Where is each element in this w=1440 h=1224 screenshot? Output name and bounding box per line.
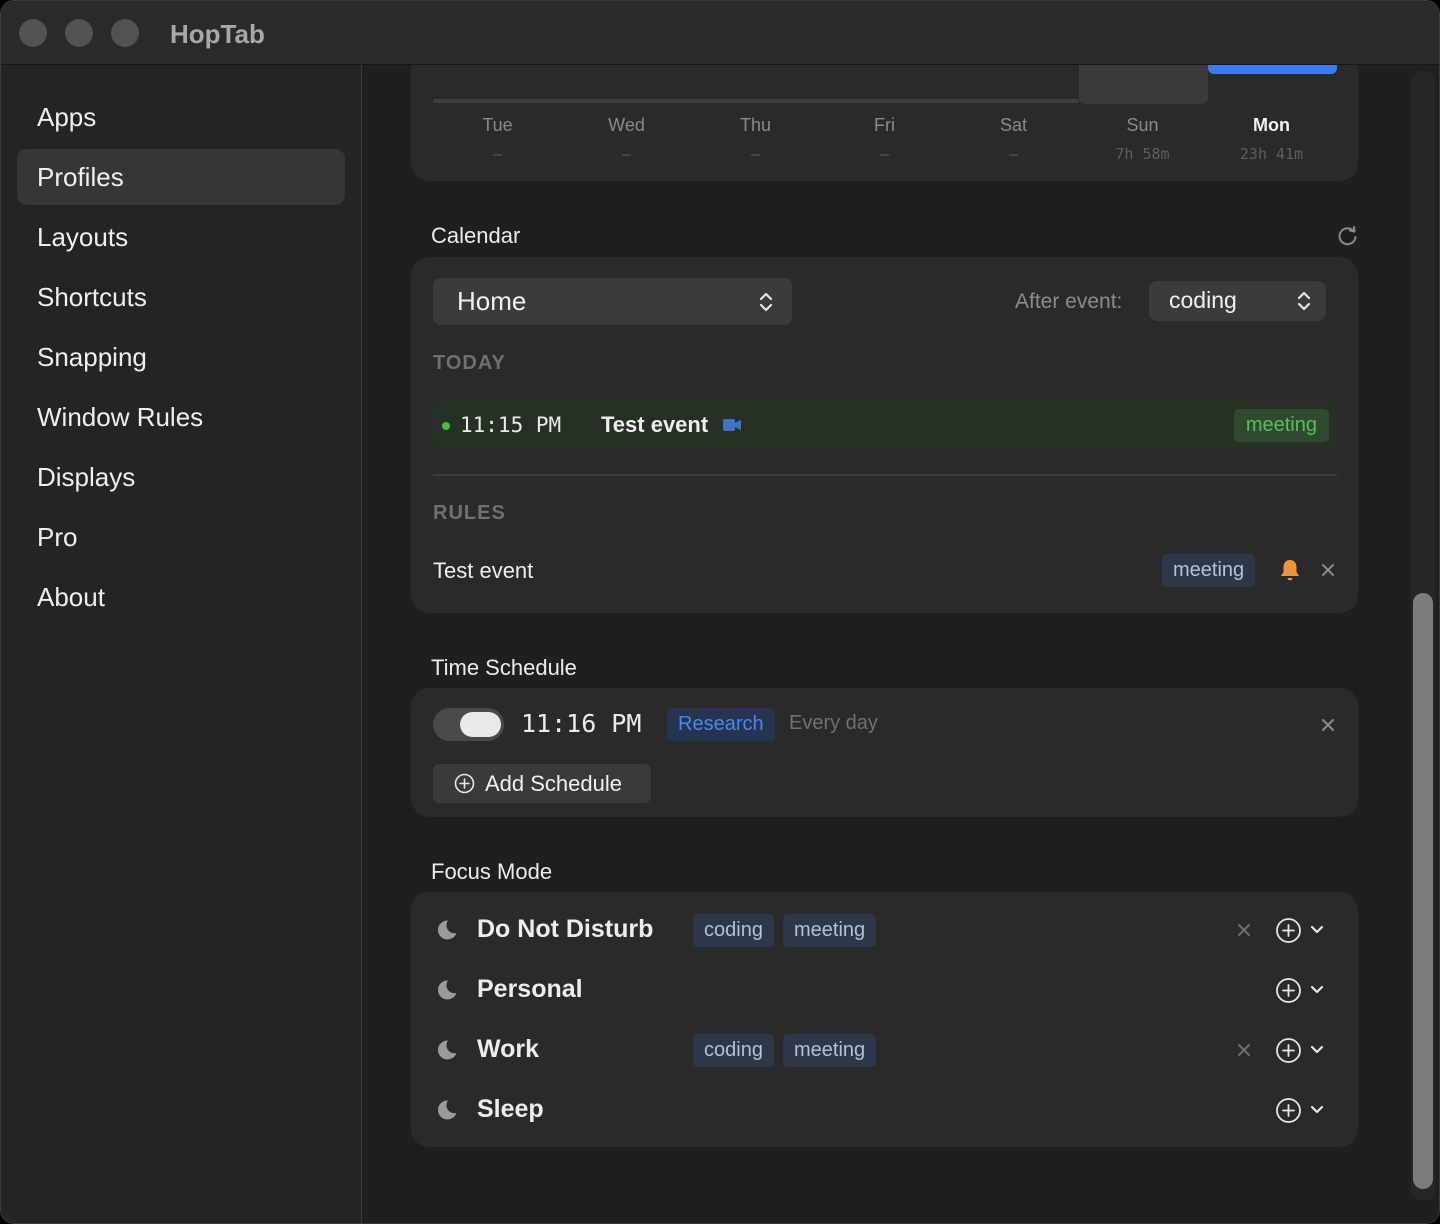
focus-mode-name: Sleep (477, 1095, 544, 1123)
video-camera-icon (723, 419, 741, 431)
focus-profile-tag[interactable]: meeting (783, 914, 877, 947)
day-duration: – (492, 145, 503, 163)
day-label: Thu (739, 115, 772, 135)
day-duration: – (621, 145, 632, 163)
day-label: Fri (874, 115, 895, 135)
schedule-repeat: Every day (789, 712, 878, 734)
section-divider (433, 474, 1337, 476)
updown-chevron-icon (759, 292, 773, 311)
sidebar-item-apps[interactable]: Apps (17, 89, 345, 145)
time-schedule-section-title: Time Schedule (431, 655, 577, 680)
focus-row-sleep: Sleep (411, 1080, 1358, 1140)
sidebar-item-snapping[interactable]: Snapping (17, 329, 345, 385)
calendar-card: Home After event: coding TODAY 11:15 PM … (411, 257, 1358, 613)
event-time: 11:15 PM (460, 413, 562, 437)
focus-mode-name: Work (477, 1035, 540, 1063)
close-icon[interactable] (1320, 562, 1336, 578)
day-label: Sat (999, 115, 1028, 135)
usage-bar-mon (1208, 65, 1337, 74)
plus-circle-icon[interactable] (1275, 977, 1302, 1004)
bell-icon[interactable] (1279, 558, 1301, 582)
event-status-dot (442, 422, 450, 430)
usage-chart-card: Tue Wed Thu Fri Sat Sun Mon – – – – – 7h… (411, 65, 1358, 181)
toggle-knob (460, 712, 501, 737)
calendar-select-value: Home (457, 286, 527, 316)
zoom-window-button[interactable] (111, 19, 139, 47)
focus-row-do-not-disturb: Do Not Disturb coding meeting (411, 900, 1358, 960)
sidebar-item-profiles[interactable]: Profiles (17, 149, 345, 205)
sidebar-item-layouts[interactable]: Layouts (17, 209, 345, 265)
day-label: Tue (482, 115, 513, 135)
calendar-section-title: Calendar (431, 223, 521, 248)
event-title: Test event (601, 412, 709, 437)
day-duration: – (750, 145, 761, 163)
close-window-button[interactable] (19, 19, 47, 47)
day-label: Sun (1126, 115, 1159, 135)
chevron-down-icon[interactable] (1310, 1104, 1324, 1116)
day-duration: – (1008, 145, 1019, 163)
main-content: Tue Wed Thu Fri Sat Sun Mon – – – – – 7h… (363, 65, 1439, 1223)
rule-name: Test event (433, 558, 534, 583)
close-icon[interactable] (1320, 717, 1336, 733)
focus-row-personal: Personal (411, 960, 1358, 1020)
close-icon[interactable] (1236, 922, 1252, 938)
close-icon[interactable] (1236, 1042, 1252, 1058)
day-label-today: Mon (1253, 115, 1290, 135)
day-label: Wed (608, 115, 645, 135)
plus-circle-icon[interactable] (1275, 1037, 1302, 1064)
after-event-label: After event: (1015, 290, 1123, 313)
sidebar-item-pro[interactable]: Pro (17, 509, 345, 565)
sidebar-item-window-rules[interactable]: Window Rules (17, 389, 345, 445)
focus-profile-tag[interactable]: meeting (783, 1034, 877, 1067)
schedule-toggle[interactable] (433, 708, 504, 741)
schedule-profile-tag[interactable]: Research (667, 708, 775, 741)
focus-mode-card: Do Not Disturb coding meeting Personal W… (411, 892, 1358, 1147)
today-heading: TODAY (433, 352, 506, 374)
title-bar: HopTab (1, 1, 1439, 65)
focus-mode-section-title: Focus Mode (431, 859, 553, 884)
plus-circle-icon (454, 773, 475, 794)
minimize-window-button[interactable] (65, 19, 93, 47)
focus-row-work: Work coding meeting (411, 1020, 1358, 1080)
plus-circle-icon[interactable] (1275, 1097, 1302, 1124)
day-duration: – (879, 145, 890, 163)
moon-icon (437, 920, 457, 940)
time-schedule-card: 11:16 PM Research Every day Add Schedule (411, 688, 1358, 817)
focus-mode-name: Personal (477, 975, 583, 1003)
rule-profile-tag[interactable]: meeting (1162, 554, 1256, 587)
scrollbar-thumb[interactable] (1413, 593, 1433, 1189)
sidebar-item-shortcuts[interactable]: Shortcuts (17, 269, 345, 325)
focus-profile-tag[interactable]: coding (693, 914, 774, 947)
chevron-down-icon[interactable] (1310, 984, 1324, 996)
rules-heading: RULES (433, 502, 506, 524)
after-event-select[interactable]: coding (1149, 281, 1326, 321)
usage-bar-sun (1079, 65, 1208, 104)
sidebar-item-about[interactable]: About (17, 569, 345, 625)
after-event-value: coding (1169, 287, 1237, 313)
schedule-time: 11:16 PM (521, 709, 642, 738)
focus-mode-name: Do Not Disturb (477, 915, 654, 943)
calendar-select[interactable]: Home (433, 278, 792, 325)
moon-icon (437, 1100, 457, 1120)
sidebar: Apps Profiles Layouts Shortcuts Snapping… (1, 65, 362, 1223)
event-profile-tag: meeting (1233, 409, 1329, 442)
today-event-row[interactable]: 11:15 PM Test event meeting (433, 401, 1337, 451)
app-window: HopTab Apps Profiles Layouts Shortcuts S… (0, 0, 1440, 1224)
chevron-down-icon[interactable] (1310, 1044, 1324, 1056)
window-title: HopTab (170, 19, 265, 49)
add-schedule-label: Add Schedule (485, 771, 622, 796)
day-duration: 23h 41m (1239, 145, 1304, 163)
moon-icon (437, 1040, 457, 1060)
refresh-icon[interactable] (1337, 225, 1359, 247)
moon-icon (437, 980, 457, 1000)
add-schedule-button[interactable]: Add Schedule (433, 764, 651, 803)
day-duration: 7h 58m (1115, 145, 1170, 163)
plus-circle-icon[interactable] (1275, 917, 1302, 944)
focus-profile-tag[interactable]: coding (693, 1034, 774, 1067)
sidebar-item-displays[interactable]: Displays (17, 449, 345, 505)
chart-baseline (433, 99, 1079, 103)
chevron-down-icon[interactable] (1310, 924, 1324, 936)
updown-chevron-icon (1297, 291, 1311, 311)
